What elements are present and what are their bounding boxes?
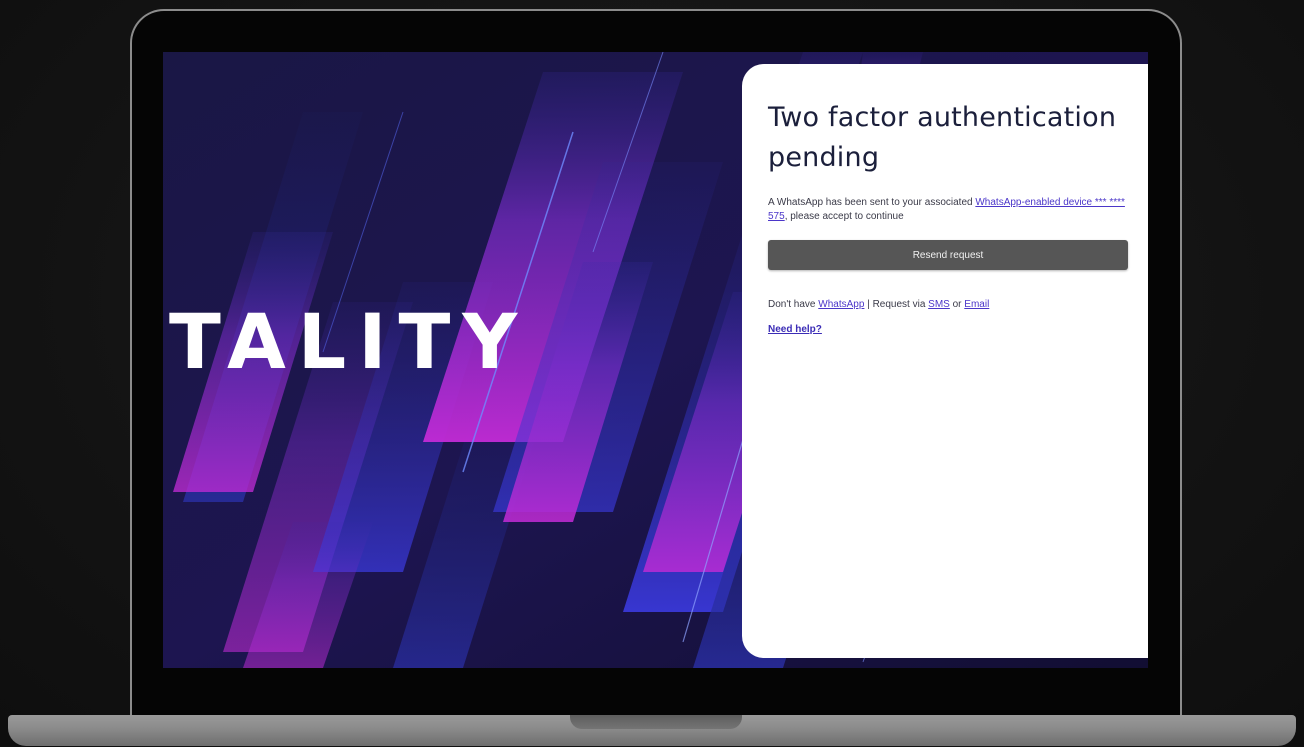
auth-message-suffix: , please accept to continue [784,211,904,222]
page-title: Two factor authentication pending [768,102,1117,173]
auth-message: A WhatsApp has been sent to your associa… [768,196,1130,224]
auth-message-prefix: A WhatsApp has been sent to your associa… [768,197,976,208]
alt-prefix: Don't have [768,299,819,310]
alt-or: or [949,299,965,310]
stage: TALITY Two factor authentication pending… [0,0,1304,747]
alternative-methods: Don't have WhatsApp | Request via SMS or… [768,298,1130,312]
laptop-notch [570,715,742,729]
alt-middle: | Request via [864,299,929,310]
whatsapp-link[interactable]: WhatsApp [818,299,864,310]
resend-request-button[interactable]: Resend request [768,240,1128,270]
auth-card-body: Two factor authentication pending A What… [742,64,1148,658]
need-help-link[interactable]: Need help? [768,324,822,335]
auth-card: Two factor authentication pending A What… [742,64,1148,658]
email-link[interactable]: Email [964,299,989,310]
brand-logo-text: TALITY [169,297,530,386]
sms-link[interactable]: SMS [928,299,950,310]
